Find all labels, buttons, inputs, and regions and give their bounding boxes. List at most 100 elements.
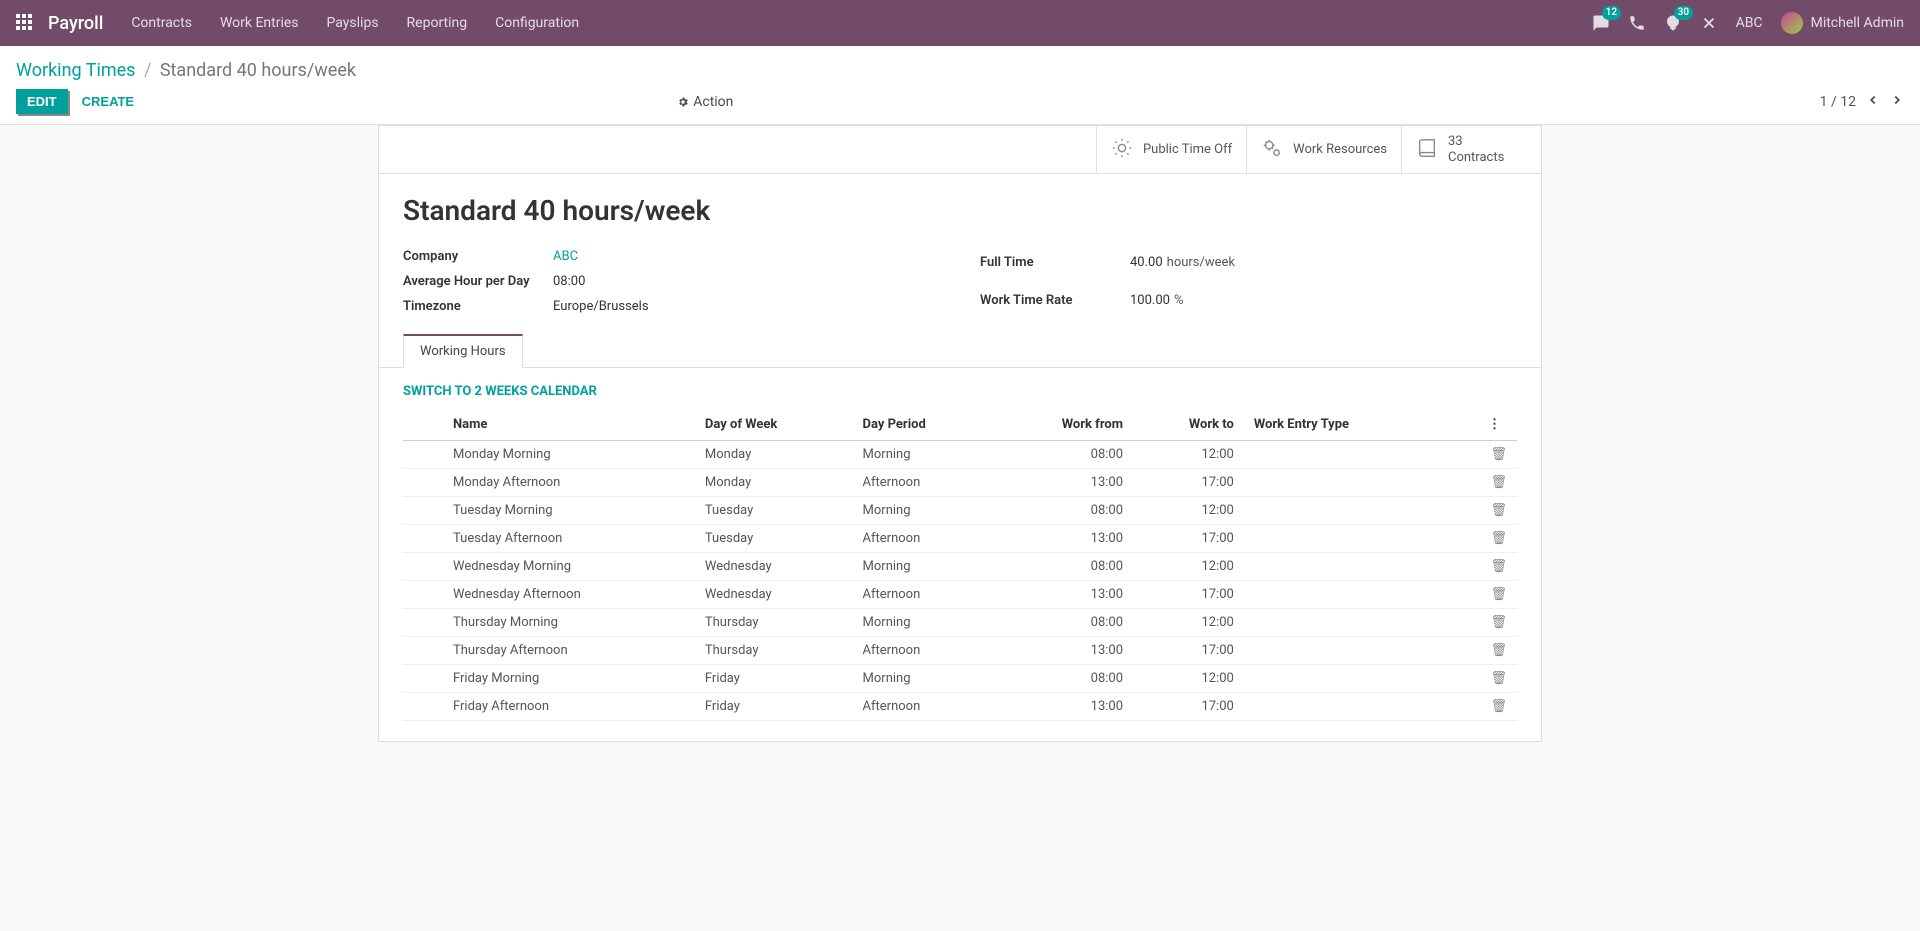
cell-to: 12:00 <box>1133 497 1244 525</box>
trash-icon[interactable]: 🗑 <box>1490 475 1507 490</box>
cell-dow: Tuesday <box>695 525 853 553</box>
messages-icon[interactable]: 12 <box>1592 14 1610 32</box>
trash-icon[interactable]: 🗑 <box>1490 615 1507 630</box>
pager: 1 / 12 <box>1820 93 1904 111</box>
menu-payslips[interactable]: Payslips <box>327 15 379 31</box>
col-day-period[interactable]: Day Period <box>853 409 995 441</box>
cell-period: Afternoon <box>853 581 995 609</box>
switch-calendar-button[interactable]: Switch to 2 weeks calendar <box>403 384 597 399</box>
stat-contracts[interactable]: 33Contracts <box>1401 126 1541 173</box>
menu-contracts[interactable]: Contracts <box>131 15 192 31</box>
cell-dow: Monday <box>695 469 853 497</box>
action-dropdown[interactable]: Action <box>677 94 733 110</box>
table-row[interactable]: Thursday MorningThursdayMorning08:0012:0… <box>403 609 1517 637</box>
trash-icon[interactable]: 🗑 <box>1490 699 1507 714</box>
user-menu[interactable]: Mitchell Admin <box>1781 12 1904 34</box>
cell-type <box>1244 693 1440 721</box>
menu-configuration[interactable]: Configuration <box>495 15 579 31</box>
cell-period: Afternoon <box>853 469 995 497</box>
control-panel: Working Times / Standard 40 hours/week E… <box>0 46 1920 125</box>
cell-dow: Wednesday <box>695 581 853 609</box>
table-row[interactable]: Wednesday AfternoonWednesdayAfternoon13:… <box>403 581 1517 609</box>
edit-button[interactable]: EDIT <box>16 89 68 114</box>
table-options-icon[interactable]: ⋮ <box>1482 417 1507 432</box>
cell-name: Monday Afternoon <box>443 469 695 497</box>
table-row[interactable]: Tuesday AfternoonTuesdayAfternoon13:0017… <box>403 525 1517 553</box>
cell-name: Thursday Afternoon <box>443 637 695 665</box>
company-field[interactable]: ABC <box>553 249 940 264</box>
table-row[interactable]: Monday AfternoonMondayAfternoon13:0017:0… <box>403 469 1517 497</box>
cell-to: 17:00 <box>1133 637 1244 665</box>
trash-icon[interactable]: 🗑 <box>1490 503 1507 518</box>
table-row[interactable]: Wednesday MorningWednesdayMorning08:0012… <box>403 553 1517 581</box>
col-work-to[interactable]: Work to <box>1133 409 1244 441</box>
cell-from: 13:00 <box>994 469 1133 497</box>
table-row[interactable]: Friday MorningFridayMorning08:0012:00🗑 <box>403 665 1517 693</box>
cell-from: 13:00 <box>994 525 1133 553</box>
timezone-field: Europe/Brussels <box>553 299 940 314</box>
cell-type <box>1244 441 1440 469</box>
table-row[interactable]: Tuesday MorningTuesdayMorning08:0012:00🗑 <box>403 497 1517 525</box>
cell-type <box>1244 609 1440 637</box>
phone-icon[interactable] <box>1628 14 1646 32</box>
cell-dow: Tuesday <box>695 497 853 525</box>
pager-next[interactable] <box>1890 93 1904 111</box>
pager-prev[interactable] <box>1866 93 1880 111</box>
company-switcher[interactable]: ABC <box>1736 15 1763 31</box>
app-brand[interactable]: Payroll <box>48 13 103 34</box>
fields-left: Company ABC Average Hour per Day 08:00 T… <box>403 249 940 314</box>
col-work-from[interactable]: Work from <box>994 409 1133 441</box>
col-day-of-week[interactable]: Day of Week <box>695 409 853 441</box>
cell-to: 12:00 <box>1133 665 1244 693</box>
cell-type <box>1244 665 1440 693</box>
cell-type <box>1244 497 1440 525</box>
breadcrumb: Working Times / Standard 40 hours/week <box>16 60 1904 81</box>
book-icon <box>1416 137 1438 163</box>
trash-icon[interactable]: 🗑 <box>1490 559 1507 574</box>
table-row[interactable]: Friday AfternoonFridayAfternoon13:0017:0… <box>403 693 1517 721</box>
breadcrumb-current: Standard 40 hours/week <box>160 60 356 81</box>
col-work-entry-type[interactable]: Work Entry Type <box>1244 409 1440 441</box>
cell-dow: Friday <box>695 693 853 721</box>
top-navbar: Payroll Contracts Work Entries Payslips … <box>0 0 1920 46</box>
cell-dow: Monday <box>695 441 853 469</box>
cell-name: Friday Afternoon <box>443 693 695 721</box>
notebook-tabs: Working Hours <box>379 334 1541 368</box>
main-scroll-area[interactable]: Public Time Off Work Resources 33Contrac… <box>0 125 1920 931</box>
apps-menu-icon[interactable] <box>16 14 34 32</box>
tab-working-hours[interactable]: Working Hours <box>403 334 523 368</box>
col-name[interactable]: Name <box>443 409 695 441</box>
close-tray-icon[interactable] <box>1700 14 1718 32</box>
trash-icon[interactable]: 🗑 <box>1490 447 1507 462</box>
cell-name: Wednesday Morning <box>443 553 695 581</box>
cell-period: Morning <box>853 441 995 469</box>
cell-name: Tuesday Afternoon <box>443 525 695 553</box>
cell-to: 17:00 <box>1133 525 1244 553</box>
cell-dow: Thursday <box>695 637 853 665</box>
create-button[interactable]: CREATE <box>82 94 134 109</box>
cell-type <box>1244 553 1440 581</box>
record-title: Standard 40 hours/week <box>403 194 1517 227</box>
cell-type <box>1244 525 1440 553</box>
gear-icon <box>677 96 689 108</box>
stat-work-resources[interactable]: Work Resources <box>1246 126 1401 173</box>
cell-from: 13:00 <box>994 581 1133 609</box>
pager-text[interactable]: 1 / 12 <box>1820 94 1856 110</box>
stat-public-time-off[interactable]: Public Time Off <box>1096 126 1246 173</box>
table-row[interactable]: Thursday AfternoonThursdayAfternoon13:00… <box>403 637 1517 665</box>
cell-type <box>1244 581 1440 609</box>
activities-icon[interactable]: 30 <box>1664 14 1682 32</box>
cell-period: Afternoon <box>853 525 995 553</box>
breadcrumb-parent[interactable]: Working Times <box>16 60 135 81</box>
cell-type <box>1244 469 1440 497</box>
trash-icon[interactable]: 🗑 <box>1490 671 1507 686</box>
table-row[interactable]: Monday MorningMondayMorning08:0012:00🗑 <box>403 441 1517 469</box>
cell-name: Tuesday Morning <box>443 497 695 525</box>
trash-icon[interactable]: 🗑 <box>1490 587 1507 602</box>
menu-reporting[interactable]: Reporting <box>407 15 468 31</box>
full-time-field: 40.00hours/week <box>1130 255 1517 270</box>
form-sheet: Public Time Off Work Resources 33Contrac… <box>378 125 1542 742</box>
trash-icon[interactable]: 🗑 <box>1490 531 1507 546</box>
menu-work-entries[interactable]: Work Entries <box>220 15 299 31</box>
trash-icon[interactable]: 🗑 <box>1490 643 1507 658</box>
